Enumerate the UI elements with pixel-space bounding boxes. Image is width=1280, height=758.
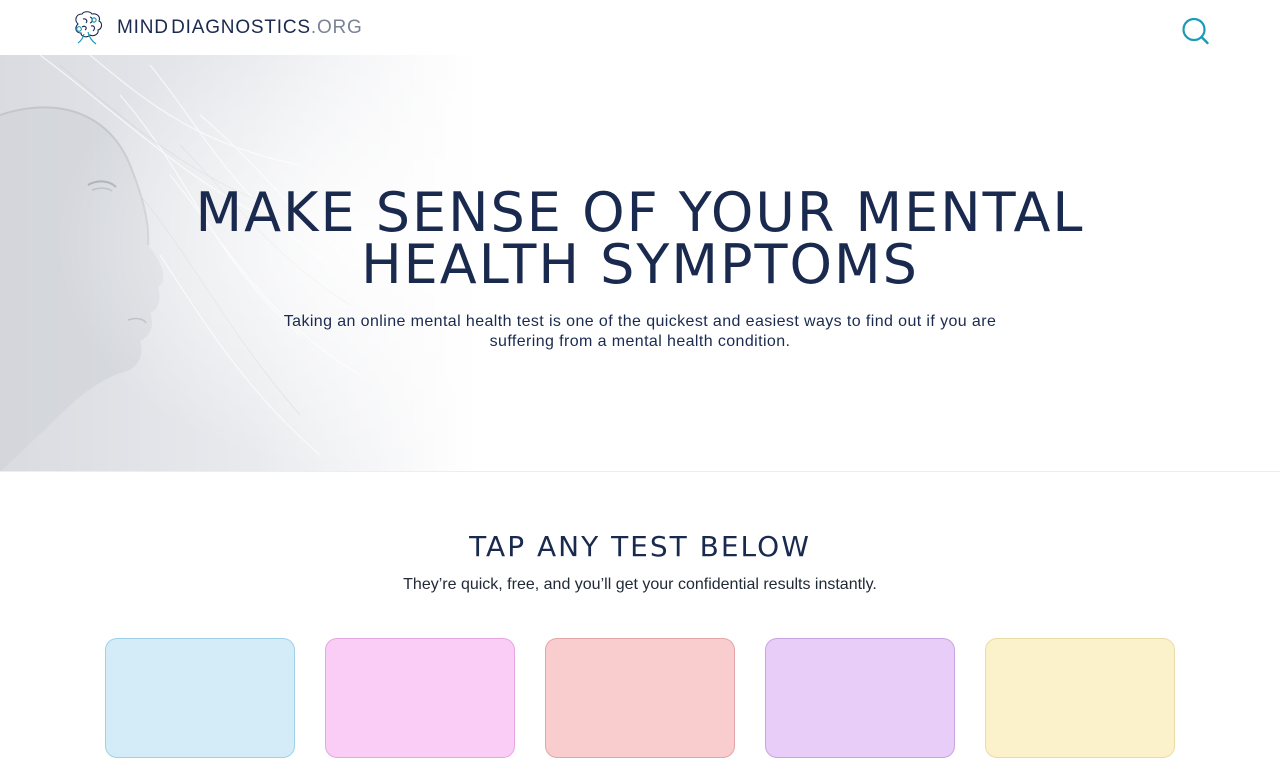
search-button[interactable]: [1180, 16, 1210, 46]
test-cards: [105, 638, 1175, 758]
hero-subtitle-line2: suffering from a mental health condition…: [489, 333, 791, 350]
test-card-4[interactable]: [765, 638, 955, 758]
logo-mind: MIND: [117, 17, 169, 38]
logo-diagnostics: DIAGNOSTICS: [171, 17, 311, 38]
site-logo[interactable]: MIND DIAGNOSTICS.ORG: [70, 10, 363, 46]
hero-section: MAKE SENSE OF YOUR MENTAL HEALTH SYMPTOM…: [0, 55, 1280, 472]
tests-section-subtitle: They’re quick, free, and you’ll get your…: [403, 576, 877, 593]
test-card-2[interactable]: [325, 638, 515, 758]
hero-subtitle: Taking an online mental health test is o…: [230, 312, 1050, 352]
test-card-1[interactable]: [105, 638, 295, 758]
logo-org: .ORG: [310, 17, 363, 38]
test-card-5[interactable]: [985, 638, 1175, 758]
site-header: MIND DIAGNOSTICS.ORG: [0, 0, 1280, 55]
hero-subtitle-line1: Taking an online mental health test is o…: [283, 313, 997, 330]
search-icon: [1182, 17, 1209, 45]
test-card-3[interactable]: [545, 638, 735, 758]
brain-logo-icon: [75, 11, 103, 45]
hero-title: MAKE SENSE OF YOUR MENTAL HEALTH SYMPTOM…: [140, 186, 1140, 292]
logo-wordmark: MIND DIAGNOSTICS.ORG: [117, 17, 363, 39]
hero-title-line2: HEALTH SYMPTOMS: [361, 233, 919, 296]
tests-section-title: TAP ANY TEST BELOW: [469, 530, 811, 563]
